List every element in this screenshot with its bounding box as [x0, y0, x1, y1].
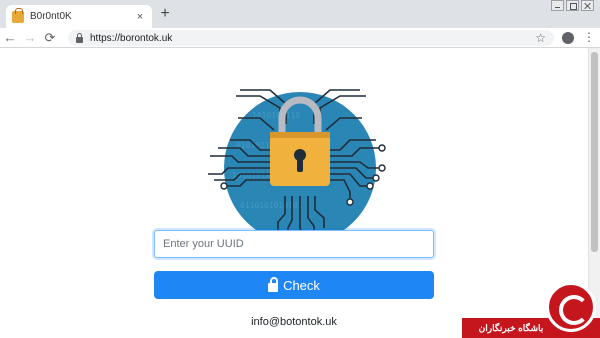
minimize-button[interactable]	[551, 0, 564, 11]
new-tab-button[interactable]: +	[157, 6, 173, 22]
tab-close-button[interactable]: ×	[134, 11, 146, 23]
watermark-emblem-icon	[546, 282, 596, 332]
lock-icon	[268, 276, 279, 292]
secure-lock-icon[interactable]	[76, 32, 83, 43]
tab-strip: B0r0nt0K × +	[0, 0, 600, 28]
scrollbar-thumb[interactable]	[591, 52, 598, 252]
svg-text:0110101010101: 0110101010101	[240, 201, 303, 210]
favicon-icon	[12, 7, 24, 23]
profile-avatar-icon[interactable]	[562, 32, 574, 44]
watermark-logo: باشگاه خبرنگاران	[462, 282, 600, 338]
uuid-input[interactable]	[154, 230, 434, 258]
window-controls	[551, 0, 594, 11]
forward-button[interactable]: →	[20, 30, 40, 46]
url-text[interactable]: https://borontok.uk	[90, 33, 535, 44]
browser-toolbar: ← → ⟳ https://borontok.uk ☆ ⋮	[0, 28, 600, 48]
back-button[interactable]: ←	[0, 30, 20, 46]
bookmark-star-icon[interactable]: ☆	[535, 32, 546, 44]
maximize-button[interactable]	[566, 0, 579, 11]
tab-title: B0r0nt0K	[30, 11, 72, 22]
browser-tab[interactable]: B0r0nt0K ×	[6, 5, 152, 28]
reload-button[interactable]: ⟳	[40, 30, 60, 46]
address-bar[interactable]: https://borontok.uk ☆	[68, 30, 554, 46]
check-button[interactable]: Check	[154, 271, 434, 299]
browser-menu-icon[interactable]: ⋮	[583, 31, 595, 43]
check-button-label: Check	[283, 277, 320, 293]
close-window-button[interactable]	[581, 0, 594, 11]
